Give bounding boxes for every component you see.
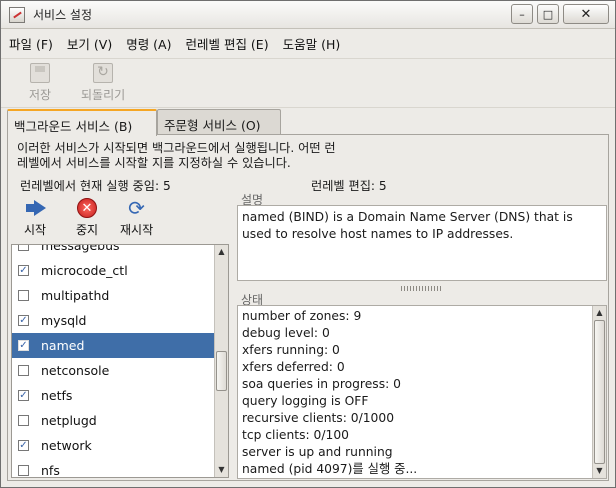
menu-actions[interactable]: 명령 (A) — [126, 34, 171, 53]
tab-description: 이러한 서비스가 시작되면 백그라운드에서 실행됩니다. 어떤 런 레벨에서 서… — [17, 141, 607, 171]
stop-icon: ✕ — [75, 197, 99, 219]
close-button[interactable]: ✕ — [563, 4, 609, 24]
status-line: xfers deferred: 0 — [242, 360, 345, 374]
service-checkbox[interactable]: ✓ — [18, 390, 29, 401]
service-name: multipathd — [41, 288, 110, 303]
tab-background-services[interactable]: 백그라운드 서비스 (B) — [7, 109, 157, 136]
list-item[interactable]: netconsole — [12, 358, 216, 383]
menu-file[interactable]: 파일 (F) — [9, 34, 53, 53]
window-controls: – □ ✕ — [511, 4, 609, 24]
current-runlevel-text: 런레벨에서 현재 실행 중임: 5 — [20, 179, 171, 193]
service-name: netplugd — [41, 413, 97, 428]
start-icon — [23, 197, 47, 219]
menu-view[interactable]: 보기 (V) — [67, 34, 112, 53]
scroll-thumb[interactable] — [594, 320, 605, 464]
status-lines: number of zones: 9 debug level: 0 xfers … — [242, 308, 586, 478]
save-label: 저장 — [29, 88, 52, 102]
service-name: nfs — [41, 463, 60, 478]
service-checkbox[interactable] — [18, 415, 29, 426]
stop-button[interactable]: ✕ 중지 — [75, 197, 99, 238]
list-item[interactable]: ✓ mysqld — [12, 308, 216, 333]
description-panel: named (BIND) is a Domain Name Server (DN… — [237, 205, 607, 281]
service-checkbox[interactable]: ✓ — [18, 315, 29, 326]
menu-edit-runlevel[interactable]: 런레벨 편집 (E) — [185, 34, 268, 53]
menu-help[interactable]: 도움말 (H) — [283, 34, 341, 53]
service-checkbox[interactable]: ✓ — [18, 340, 29, 351]
service-checkbox[interactable] — [18, 290, 29, 301]
start-button[interactable]: 시작 — [23, 197, 47, 238]
scroll-up-icon[interactable]: ▲ — [217, 246, 226, 258]
status-line: server is up and running — [242, 445, 393, 459]
list-item[interactable]: multipathd — [12, 283, 216, 308]
service-action-bar: 시작 ✕ 중지 ⟳ 재시작 — [11, 195, 231, 241]
revert-button[interactable]: 되돌리기 — [81, 63, 125, 103]
revert-label: 되돌리기 — [81, 88, 126, 102]
restart-icon: ⟳ — [128, 196, 145, 220]
service-name: netfs — [41, 388, 73, 403]
service-list-rows: messagebus ✓ microcode_ctl multipathd ✓ my… — [12, 244, 216, 478]
start-label: 시작 — [23, 223, 47, 237]
services-config-window: 서비스 설정 – □ ✕ 파일 (F) 보기 (V) 명령 (A) 런레벨 편집… — [0, 0, 616, 488]
status-line: number of zones: 9 — [242, 309, 362, 323]
toolbar: 저장 되돌리기 — [1, 58, 615, 108]
service-list[interactable]: messagebus ✓ microcode_ctl multipathd ✓ my… — [11, 244, 229, 478]
service-name: microcode_ctl — [41, 263, 128, 278]
service-checkbox[interactable] — [18, 245, 29, 251]
editing-runlevel-text: 런레벨 편집: 5 — [311, 179, 387, 193]
list-item[interactable]: ✓ netfs — [12, 383, 216, 408]
save-icon — [30, 63, 51, 83]
minimize-button[interactable]: – — [511, 4, 533, 24]
status-line: tcp clients: 0/100 — [242, 428, 349, 442]
save-button[interactable]: 저장 — [29, 63, 51, 103]
status-line: xfers running: 0 — [242, 343, 340, 357]
scroll-thumb[interactable] — [216, 351, 227, 391]
list-item[interactable]: nfs — [12, 458, 216, 478]
service-name: mysqld — [41, 313, 87, 328]
restart-button[interactable]: ⟳ 재시작 — [120, 197, 153, 238]
service-checkbox[interactable]: ✓ — [18, 265, 29, 276]
description-line-2: 레벨에서 서비스를 시작할 지를 지정하실 수 있습니다. — [17, 156, 291, 170]
scroll-down-icon[interactable]: ▼ — [217, 464, 226, 476]
pane-resize-handle[interactable] — [401, 286, 441, 291]
revert-icon — [93, 63, 114, 83]
list-item[interactable]: ✓ network — [12, 433, 216, 458]
service-name: named — [41, 338, 85, 353]
status-line: query logging is OFF — [242, 394, 369, 408]
maximize-button[interactable]: □ — [537, 4, 559, 24]
service-name: netconsole — [41, 363, 110, 378]
service-name: messagebus — [41, 244, 120, 253]
status-panel-scrollbar[interactable]: ▲ ▼ — [592, 306, 606, 478]
app-icon — [9, 6, 25, 23]
menu-bar: 파일 (F) 보기 (V) 명령 (A) 런레벨 편집 (E) 도움말 (H) — [1, 30, 615, 57]
service-checkbox[interactable] — [18, 465, 29, 476]
status-line: soa queries in progress: 0 — [242, 377, 401, 391]
service-checkbox[interactable] — [18, 365, 29, 376]
list-item[interactable]: messagebus — [12, 244, 216, 258]
scroll-down-icon[interactable]: ▼ — [595, 465, 604, 477]
service-list-scrollbar[interactable]: ▲ ▼ — [214, 245, 228, 477]
list-item-selected[interactable]: ✓ named — [12, 333, 216, 358]
list-item[interactable]: ✓ microcode_ctl — [12, 258, 216, 283]
window-title: 서비스 설정 — [33, 8, 93, 22]
restart-label: 재시작 — [120, 223, 154, 237]
stop-label: 중지 — [75, 223, 99, 237]
status-line: named (pid 4097)를 실행 중... — [242, 462, 418, 476]
scroll-up-icon[interactable]: ▲ — [595, 307, 604, 319]
status-panel: number of zones: 9 debug level: 0 xfers … — [237, 305, 607, 479]
service-name: network — [41, 438, 92, 453]
description-line-1: 이러한 서비스가 시작되면 백그라운드에서 실행됩니다. 어떤 런 — [17, 141, 336, 155]
title-bar[interactable]: 서비스 설정 – □ ✕ — [1, 1, 615, 29]
service-checkbox[interactable]: ✓ — [18, 440, 29, 451]
status-line: debug level: 0 — [242, 326, 330, 340]
tab-ondemand-services[interactable]: 주문형 서비스 (O) — [157, 109, 281, 135]
status-line: recursive clients: 0/1000 — [242, 411, 395, 425]
list-item[interactable]: netplugd — [12, 408, 216, 433]
